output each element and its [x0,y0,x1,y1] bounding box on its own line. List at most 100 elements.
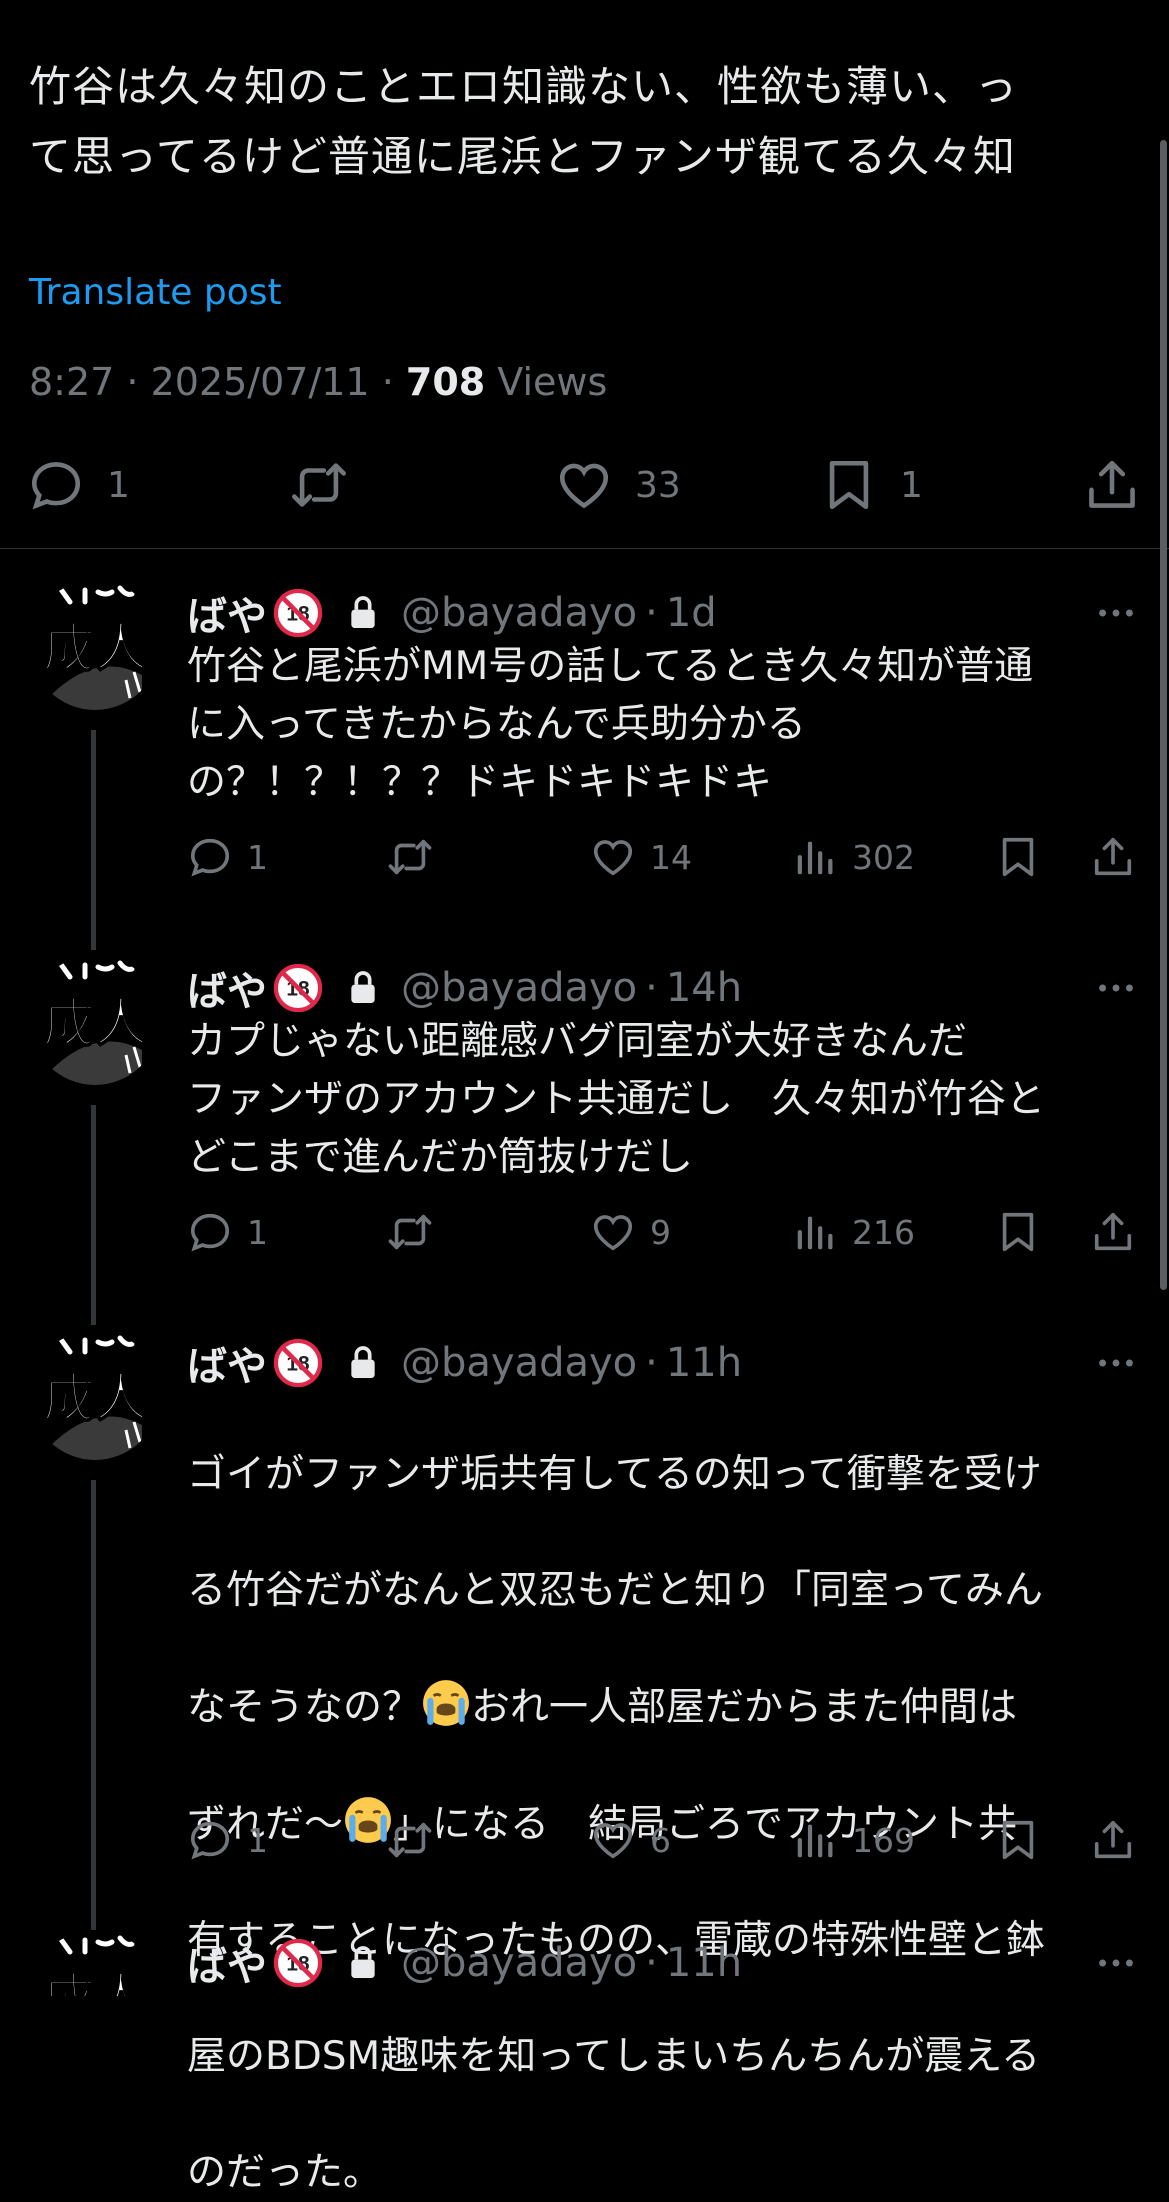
bookmark-button[interactable] [995,1815,1041,1865]
more-dots-icon[interactable] [1093,965,1139,1011]
bookmark-button[interactable]: 1 [820,455,923,515]
lock-icon [343,1343,383,1383]
display-name[interactable]: ばや [187,584,267,642]
avatar[interactable]: 成人 [30,955,160,1085]
repost-arrows-icon [387,834,433,880]
reply-text: ゴイがファンザ垢共有してるの知って衝撃を受け る竹谷だがなんと双忍もだと知り「同… [187,1388,1127,2202]
bookmark-icon [995,1817,1041,1863]
reply-text-line: 屋のBDSM趣味を知ってしまいちんちんが震える [187,2034,1041,2079]
views-button[interactable]: 216 [792,1207,915,1257]
reply-text-line: のだった。 [187,2150,383,2195]
repost-arrows-icon [387,1817,433,1863]
reply-button[interactable]: 1 [187,1207,268,1257]
reply-header: ばや @bayadayo · 11h [187,1938,742,1990]
heart-icon [555,456,613,514]
crying-face-emoji-icon [421,1678,471,1728]
reply-text-line: おれ一人部屋だからまた仲間は [471,1685,1018,1730]
share-upload-icon [1083,456,1141,514]
share-button[interactable] [1083,455,1141,515]
bookmark-button[interactable] [995,832,1041,882]
bookmark-button[interactable] [995,1207,1041,1257]
reply-count: 1 [247,837,268,877]
bookmark-icon [820,456,878,514]
lock-icon [343,968,383,1008]
scrollbar[interactable] [1160,140,1167,1290]
avatar[interactable]: 成人 [30,1930,160,1996]
reply-action-bar: 1 6 169 [187,1815,1147,1865]
speech-bubble-icon [187,834,233,880]
display-name[interactable]: ばや [187,1334,267,1392]
translate-post-link[interactable]: Translate post [29,272,282,313]
share-upload-icon [1090,1209,1136,1255]
bar-chart-icon [792,1209,838,1255]
reply-count: 1 [107,464,130,506]
reply-button[interactable]: 1 [187,832,268,882]
bookmark-icon [995,1209,1041,1255]
seijin-avatar-icon: 成人 [42,585,148,710]
separator-dot: · [645,590,658,636]
more-dots-icon[interactable] [1093,1340,1139,1386]
avatar[interactable]: 成人 [30,580,160,710]
repost-arrows-icon [387,1209,433,1255]
like-button[interactable]: 6 [590,1815,671,1865]
share-button[interactable] [1090,832,1136,882]
repost-button[interactable] [387,1815,433,1865]
heart-icon [590,834,636,880]
repost-button[interactable] [387,832,433,882]
lock-icon [343,1943,383,1983]
heart-icon [590,1209,636,1255]
reply-action-bar: 1 14 302 [187,832,1147,882]
like-button[interactable]: 14 [590,832,692,882]
lock-icon [343,593,383,633]
avatar[interactable]: 成人 [30,1330,160,1460]
reply-time[interactable]: 14h [666,965,742,1011]
separator-dot: · [645,1940,658,1986]
reply-time[interactable]: 11h [666,1940,742,1986]
repost-button[interactable] [290,455,348,515]
heart-icon [590,1817,636,1863]
user-handle[interactable]: @bayadayo [401,965,637,1011]
reply-time[interactable]: 1d [666,590,717,636]
user-handle[interactable]: @bayadayo [401,1940,637,1986]
views-count: 169 [852,1820,915,1860]
share-upload-icon [1090,834,1136,880]
reply-count: 1 [247,1820,268,1860]
reply-text-line: ゴイがファンザ垢共有してるの知って衝撃を受け [187,1452,1042,1497]
thread-line [91,730,96,950]
main-post-text-line: 竹谷は久々知のことエロ知識ない、性欲も薄い、っ [29,62,1019,111]
like-button[interactable]: 33 [555,455,681,515]
thread-line [91,1480,96,1930]
like-count: 33 [635,464,681,506]
reply-time[interactable]: 11h [666,1340,742,1386]
speech-bubble-icon [187,1817,233,1863]
user-handle[interactable]: @bayadayo [401,1340,637,1386]
more-dots-icon[interactable] [1093,590,1139,636]
reply-button[interactable]: 1 [27,455,130,515]
more-dots-icon[interactable] [1093,1940,1139,1986]
bookmark-count: 1 [900,464,923,506]
views-count: 216 [852,1212,915,1252]
user-handle[interactable]: @bayadayo [401,590,637,636]
share-button[interactable] [1090,1815,1136,1865]
svg-text:成人: 成人 [43,994,147,1054]
views-count: 302 [852,837,915,877]
repost-button[interactable] [387,1207,433,1257]
reply-tweet[interactable]: 成人 ばや @bayadayo · 11h [0,1930,1169,1996]
main-post-action-bar: 1 33 1 [0,455,1169,515]
views-label: Views [497,360,608,404]
bar-chart-icon [792,834,838,880]
repost-arrows-icon [290,456,348,514]
views-button[interactable]: 302 [792,832,915,882]
speech-bubble-icon [27,456,85,514]
share-button[interactable] [1090,1207,1136,1257]
no-under-18-icon [273,963,323,1013]
reply-button[interactable]: 1 [187,1815,268,1865]
display-name[interactable]: ばや [187,1934,267,1992]
reply-text-line: なそうなの？ [187,1685,422,1730]
display-name[interactable]: ばや [187,959,267,1017]
divider [0,548,1169,549]
speech-bubble-icon [187,1209,233,1255]
like-button[interactable]: 9 [590,1207,671,1257]
views-button[interactable]: 169 [792,1815,915,1865]
no-under-18-icon [273,1338,323,1388]
